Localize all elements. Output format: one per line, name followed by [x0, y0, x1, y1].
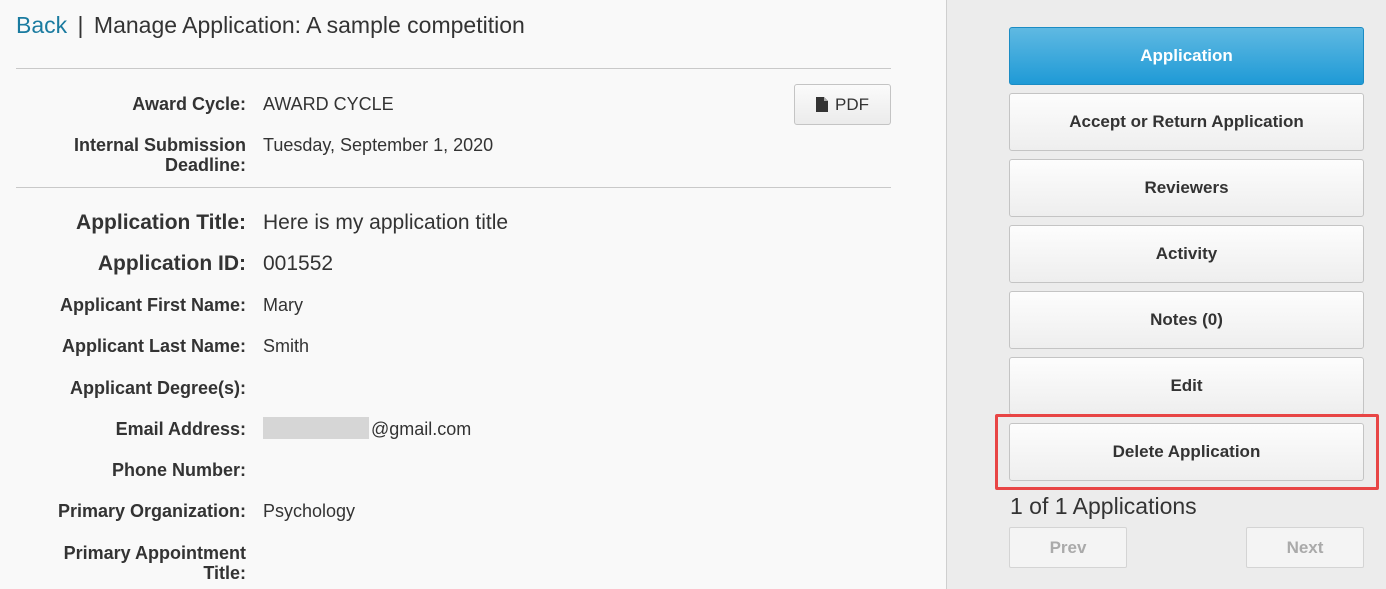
award-cycle-value: AWARD CYCLE	[263, 94, 394, 114]
next-button[interactable]: Next	[1246, 527, 1364, 568]
accept-return-button[interactable]: Accept or Return Application	[1009, 93, 1364, 151]
appointment-label-line2: Title:	[203, 563, 246, 583]
deadline-label: Internal Submission Deadline:	[74, 135, 246, 175]
application-id-label: Application ID:	[97, 252, 246, 275]
accept-return-button-label: Accept or Return Application	[1069, 112, 1304, 131]
pdf-button-label: PDF	[835, 94, 869, 114]
application-id-value: 001552	[263, 252, 334, 275]
application-title-label: Application Title:	[76, 211, 246, 234]
notes-button-label: Notes (0)	[1150, 310, 1223, 329]
first-name-value: Mary	[263, 295, 303, 315]
degrees-label: Applicant Degree(s):	[69, 378, 246, 398]
reviewers-button[interactable]: Reviewers	[1009, 159, 1364, 217]
edit-button[interactable]: Edit	[1009, 357, 1364, 415]
page-header: Back | Manage Application: A sample comp…	[16, 12, 525, 39]
award-cycle-label: Award Cycle:	[132, 94, 246, 114]
email-value: @gmail.com	[263, 417, 472, 441]
edit-button-label: Edit	[1170, 376, 1203, 395]
last-name-value: Smith	[263, 336, 310, 356]
last-name-label: Applicant Last Name:	[61, 336, 246, 356]
file-icon	[816, 97, 828, 112]
delete-application-button-label: Delete Application	[1112, 442, 1261, 461]
appointment-label-line1: Primary Appointment	[63, 543, 246, 563]
organization-label: Primary Organization:	[57, 501, 246, 521]
page-title: Manage Application: A sample competition	[93, 12, 525, 38]
main-panel: Back | Manage Application: A sample comp…	[0, 0, 946, 589]
first-name-label: Applicant First Name:	[59, 295, 246, 315]
email-label: Email Address:	[115, 419, 246, 439]
deadline-label-line1: Internal Submission	[73, 135, 246, 155]
application-button-label: Application	[1140, 46, 1233, 65]
pdf-button[interactable]: PDF	[794, 84, 891, 125]
activity-button[interactable]: Activity	[1009, 225, 1364, 283]
application-count: 1 of 1 Applications	[1010, 493, 1197, 519]
header-separator: |	[77, 12, 84, 38]
divider	[16, 187, 891, 188]
application-button[interactable]: Application	[1009, 27, 1364, 85]
email-domain: @gmail.com	[371, 419, 472, 439]
reviewers-button-label: Reviewers	[1144, 178, 1229, 197]
application-title-value: Here is my application title	[263, 211, 509, 234]
deadline-label-line2: Deadline:	[164, 155, 246, 175]
activity-button-label: Activity	[1155, 244, 1218, 263]
appointment-label: Primary Appointment Title:	[64, 543, 246, 583]
organization-value: Psychology	[263, 501, 356, 521]
divider	[16, 68, 891, 69]
delete-application-button[interactable]: Delete Application	[1009, 423, 1364, 481]
notes-button[interactable]: Notes (0)	[1009, 291, 1364, 349]
prev-button[interactable]: Prev	[1009, 527, 1127, 568]
back-link[interactable]: Back	[16, 12, 67, 38]
phone-label: Phone Number:	[111, 460, 246, 480]
redacted-block	[263, 417, 369, 440]
deadline-value: Tuesday, September 1, 2020	[263, 135, 494, 155]
